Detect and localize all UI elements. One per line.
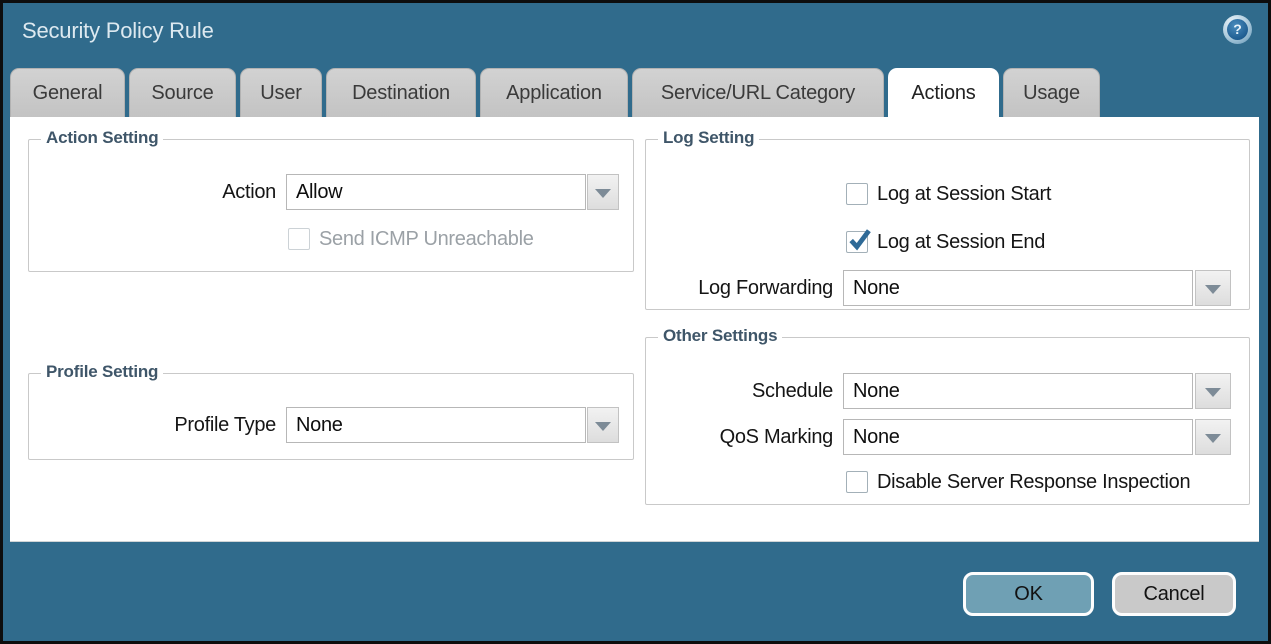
log-setting-group: Log Setting Log at Session Start Log at … bbox=[645, 139, 1250, 310]
chevron-down-icon bbox=[1205, 434, 1221, 443]
log-forwarding-dropdown-button[interactable] bbox=[1195, 270, 1231, 306]
other-settings-legend: Other Settings bbox=[658, 326, 782, 346]
cancel-button[interactable]: Cancel bbox=[1112, 572, 1236, 616]
qos-marking-value: None bbox=[844, 420, 1192, 454]
tab-application[interactable]: Application bbox=[480, 68, 628, 117]
tab-general[interactable]: General bbox=[10, 68, 125, 117]
send-icmp-unreachable-label: Send ICMP Unreachable bbox=[319, 226, 534, 252]
action-dropdown-button[interactable] bbox=[587, 174, 619, 210]
content-panel: Action Setting Action Allow Send ICMP Un… bbox=[10, 117, 1259, 542]
check-icon bbox=[847, 227, 872, 252]
disable-server-response-inspection-label: Disable Server Response Inspection bbox=[877, 469, 1190, 495]
log-forwarding-label: Log Forwarding bbox=[646, 270, 833, 306]
tab-user[interactable]: User bbox=[240, 68, 322, 117]
security-policy-rule-dialog: Security Policy Rule ? General Source Us… bbox=[0, 0, 1271, 644]
log-forwarding-value: None bbox=[844, 271, 1192, 305]
chevron-down-icon bbox=[595, 422, 611, 431]
chevron-down-icon bbox=[1205, 388, 1221, 397]
help-icon-inner: ? bbox=[1227, 19, 1248, 40]
tab-actions[interactable]: Actions bbox=[888, 68, 999, 118]
log-session-end-label: Log at Session End bbox=[877, 229, 1045, 255]
log-session-start-label: Log at Session Start bbox=[877, 181, 1051, 207]
help-icon[interactable]: ? bbox=[1223, 15, 1252, 44]
dialog-title: Security Policy Rule bbox=[22, 18, 214, 44]
log-session-end-checkbox[interactable] bbox=[846, 231, 868, 253]
qos-marking-dropdown-button[interactable] bbox=[1195, 419, 1231, 455]
action-label: Action bbox=[29, 174, 276, 210]
log-setting-legend: Log Setting bbox=[658, 128, 759, 148]
tab-bar: General Source User Destination Applicat… bbox=[10, 68, 1100, 118]
tab-service-url-category[interactable]: Service/URL Category bbox=[632, 68, 884, 117]
qos-marking-select[interactable]: None bbox=[843, 419, 1193, 455]
ok-button[interactable]: OK bbox=[963, 572, 1094, 616]
log-session-start-checkbox[interactable] bbox=[846, 183, 868, 205]
other-settings-group: Other Settings Schedule None QoS Marking… bbox=[645, 337, 1250, 505]
tab-usage[interactable]: Usage bbox=[1003, 68, 1100, 117]
profile-type-select[interactable]: None bbox=[286, 407, 586, 443]
profile-type-value: None bbox=[287, 408, 585, 442]
send-icmp-unreachable-checkbox[interactable] bbox=[288, 228, 310, 250]
action-select[interactable]: Allow bbox=[286, 174, 586, 210]
profile-type-label: Profile Type bbox=[29, 407, 276, 443]
action-setting-legend: Action Setting bbox=[41, 128, 163, 148]
schedule-select[interactable]: None bbox=[843, 373, 1193, 409]
action-setting-group: Action Setting Action Allow Send ICMP Un… bbox=[28, 139, 634, 272]
profile-setting-group: Profile Setting Profile Type None bbox=[28, 373, 634, 460]
schedule-label: Schedule bbox=[646, 373, 833, 409]
disable-server-response-inspection-checkbox[interactable] bbox=[846, 471, 868, 493]
action-value: Allow bbox=[287, 175, 585, 209]
schedule-value: None bbox=[844, 374, 1192, 408]
chevron-down-icon bbox=[1205, 285, 1221, 294]
tab-destination[interactable]: Destination bbox=[326, 68, 476, 117]
log-forwarding-select[interactable]: None bbox=[843, 270, 1193, 306]
question-mark-glyph: ? bbox=[1233, 21, 1242, 37]
chevron-down-icon bbox=[595, 189, 611, 198]
profile-type-dropdown-button[interactable] bbox=[587, 407, 619, 443]
tab-source[interactable]: Source bbox=[129, 68, 236, 117]
profile-setting-legend: Profile Setting bbox=[41, 362, 163, 382]
schedule-dropdown-button[interactable] bbox=[1195, 373, 1231, 409]
qos-marking-label: QoS Marking bbox=[646, 419, 833, 455]
